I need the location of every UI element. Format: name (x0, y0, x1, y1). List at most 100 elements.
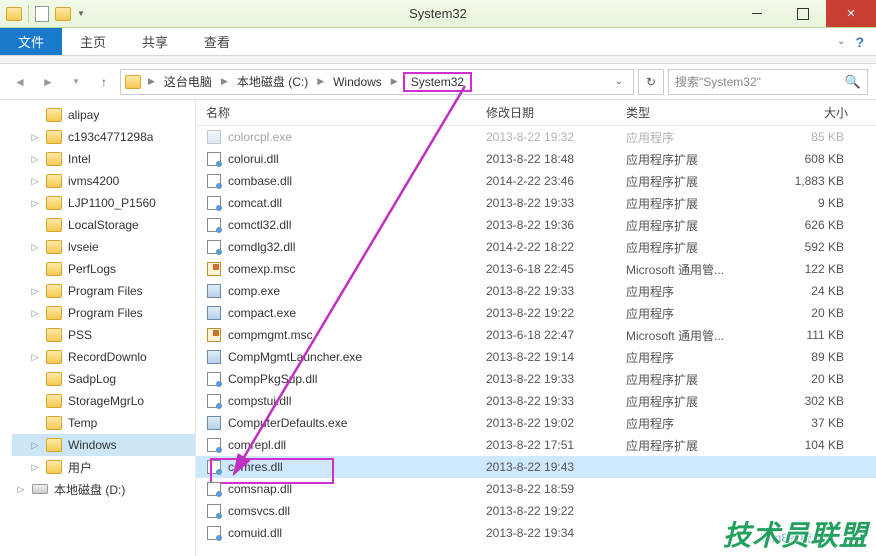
file-row[interactable]: compmgmt.msc2013-6-18 22:47Microsoft 通用管… (196, 324, 876, 346)
file-name-cell: CompMgmtLauncher.exe (206, 349, 486, 365)
tree-item[interactable]: ▷PSS (12, 324, 195, 346)
folder-icon (46, 108, 62, 122)
file-row[interactable]: comp.exe2013-8-22 19:33应用程序24 KB (196, 280, 876, 302)
maximize-button[interactable] (780, 0, 826, 27)
disk-icon (32, 484, 48, 494)
qat-newfolder-icon[interactable] (55, 7, 71, 21)
breadcrumb[interactable]: ▶ 这台电脑 ▶ 本地磁盘 (C:) ▶ Windows ▶ System32 … (120, 69, 634, 95)
qat-properties-icon[interactable] (35, 6, 49, 22)
tree-arrow-icon[interactable]: ▷ (30, 462, 40, 473)
tab-home[interactable]: 主页 (62, 28, 124, 55)
folder-icon (46, 460, 62, 474)
file-row[interactable]: comctl32.dll2013-8-22 19:36应用程序扩展626 KB (196, 214, 876, 236)
crumb-computer[interactable]: 这台电脑 (160, 71, 216, 92)
back-button[interactable]: ◄ (8, 70, 32, 94)
col-size[interactable]: 大小 (776, 104, 856, 121)
tree-item[interactable]: ▷lvseie (12, 236, 195, 258)
qat-dropdown-icon[interactable]: ▼ (77, 9, 85, 18)
chevron-right-icon[interactable]: ▶ (145, 76, 158, 87)
tree-item[interactable]: ▷SadpLog (12, 368, 195, 390)
file-name-cell: comp.exe (206, 283, 486, 299)
tree-item[interactable]: ▷PerfLogs (12, 258, 195, 280)
file-row[interactable]: compact.exe2013-8-22 19:22应用程序20 KB (196, 302, 876, 324)
tab-share[interactable]: 共享 (124, 28, 186, 55)
tree-item[interactable]: ▷LJP1100_P1560 (12, 192, 195, 214)
tree-item[interactable]: ▷c193c4771298a (12, 126, 195, 148)
search-icon[interactable]: 🔍 (845, 74, 861, 90)
file-row[interactable]: comsnap.dll2013-8-22 18:59 (196, 478, 876, 500)
file-row[interactable]: colorcpl.exe2013-8-22 19:32应用程序85 KB (196, 126, 876, 148)
tree-item[interactable]: ▷ 用户 (12, 456, 195, 478)
file-row[interactable]: comexp.msc2013-6-18 22:45Microsoft 通用管..… (196, 258, 876, 280)
file-row[interactable]: comres.dll2013-8-22 19:43 (196, 456, 876, 478)
file-row[interactable]: colorui.dll2013-8-22 18:48应用程序扩展608 KB (196, 148, 876, 170)
file-name: comres.dll (228, 460, 283, 474)
file-row[interactable]: comrepl.dll2013-8-22 17:51应用程序扩展104 KB (196, 434, 876, 456)
tree-item-label: 用户 (68, 459, 92, 476)
chevron-right-icon[interactable]: ▶ (388, 76, 401, 87)
forward-button[interactable]: ► (36, 70, 60, 94)
col-name[interactable]: 名称 (206, 104, 486, 121)
file-name-cell: compact.exe (206, 305, 486, 321)
tree-item[interactable]: ▷StorageMgrLo (12, 390, 195, 412)
file-name-cell: comsnap.dll (206, 481, 486, 497)
nav-tree[interactable]: ▷alipay▷c193c4771298a▷Intel▷ivms4200▷LJP… (0, 100, 196, 556)
tree-arrow-icon[interactable]: ▷ (30, 286, 40, 297)
tree-arrow-icon[interactable]: ▷ (16, 484, 26, 495)
col-date[interactable]: 修改日期 (486, 104, 626, 121)
file-row[interactable]: combase.dll2014-2-22 23:46应用程序扩展1,883 KB (196, 170, 876, 192)
ribbon-expand-icon[interactable]: ⌄ (837, 36, 845, 47)
file-type: 应用程序扩展 (626, 437, 776, 454)
file-row[interactable]: comdlg32.dll2014-2-22 18:22应用程序扩展592 KB (196, 236, 876, 258)
file-type: Microsoft 通用管... (626, 261, 776, 278)
tree-item[interactable]: ▷RecordDownlo (12, 346, 195, 368)
tree-arrow-icon[interactable]: ▷ (30, 154, 40, 165)
tree-item[interactable]: ▷LocalStorage (12, 214, 195, 236)
file-row[interactable]: CompMgmtLauncher.exe2013-8-22 19:14应用程序8… (196, 346, 876, 368)
tree-arrow-icon[interactable]: ▷ (30, 352, 40, 363)
tree-item[interactable]: ▷Program Files (12, 280, 195, 302)
tree-item[interactable]: ▷alipay (12, 104, 195, 126)
close-button[interactable]: ✕ (826, 0, 876, 27)
file-row[interactable]: ComputerDefaults.exe2013-8-22 19:02应用程序3… (196, 412, 876, 434)
tree-item[interactable]: ▷ivms4200 (12, 170, 195, 192)
app-icon[interactable] (6, 7, 22, 21)
chevron-right-icon[interactable]: ▶ (218, 76, 231, 87)
file-row[interactable]: CompPkgSup.dll2013-8-22 19:33应用程序扩展20 KB (196, 368, 876, 390)
chevron-right-icon[interactable]: ▶ (314, 76, 327, 87)
file-tab[interactable]: 文件 (0, 28, 62, 55)
file-name: comexp.msc (228, 262, 295, 276)
ribbon-body (0, 56, 876, 64)
tree-arrow-icon[interactable]: ▷ (30, 242, 40, 253)
search-input[interactable]: 搜索"System32" 🔍 (668, 69, 868, 95)
crumb-disk[interactable]: 本地磁盘 (C:) (233, 71, 312, 92)
tree-item[interactable]: ▷Program Files (12, 302, 195, 324)
folder-icon (46, 306, 62, 320)
crumb-current[interactable]: System32 (403, 72, 472, 92)
crumb-windows[interactable]: Windows (329, 73, 386, 91)
tab-view[interactable]: 查看 (186, 28, 248, 55)
help-button[interactable]: ? (855, 34, 864, 50)
tree-item[interactable]: ▷Windows (12, 434, 195, 456)
file-row[interactable]: comcat.dll2013-8-22 19:33应用程序扩展9 KB (196, 192, 876, 214)
file-icon (206, 503, 222, 519)
tree-item[interactable]: ▷本地磁盘 (D:) (12, 478, 195, 500)
tree-item[interactable]: ▷Temp (12, 412, 195, 434)
tree-arrow-icon[interactable]: ▷ (30, 198, 40, 209)
tree-arrow-icon[interactable]: ▷ (30, 440, 40, 451)
file-name-cell: compstui.dll (206, 393, 486, 409)
tree-arrow-icon[interactable]: ▷ (30, 308, 40, 319)
tree-item-label: SadpLog (68, 372, 116, 386)
refresh-button[interactable]: ↻ (638, 69, 664, 95)
minimize-button[interactable] (734, 0, 780, 27)
file-rows[interactable]: colorcpl.exe2013-8-22 19:32应用程序85 KBcolo… (196, 126, 876, 556)
tree-arrow-icon[interactable]: ▷ (30, 176, 40, 187)
breadcrumb-dropdown-icon[interactable]: ⌄ (609, 76, 629, 87)
file-row[interactable]: compstui.dll2013-8-22 19:33应用程序扩展302 KB (196, 390, 876, 412)
up-button[interactable]: ↑ (92, 70, 116, 94)
tree-arrow-icon[interactable]: ▷ (30, 132, 40, 143)
search-placeholder: 搜索"System32" (675, 73, 761, 90)
history-dropdown[interactable]: ▼ (64, 70, 88, 94)
col-type[interactable]: 类型 (626, 104, 776, 121)
tree-item[interactable]: ▷Intel (12, 148, 195, 170)
